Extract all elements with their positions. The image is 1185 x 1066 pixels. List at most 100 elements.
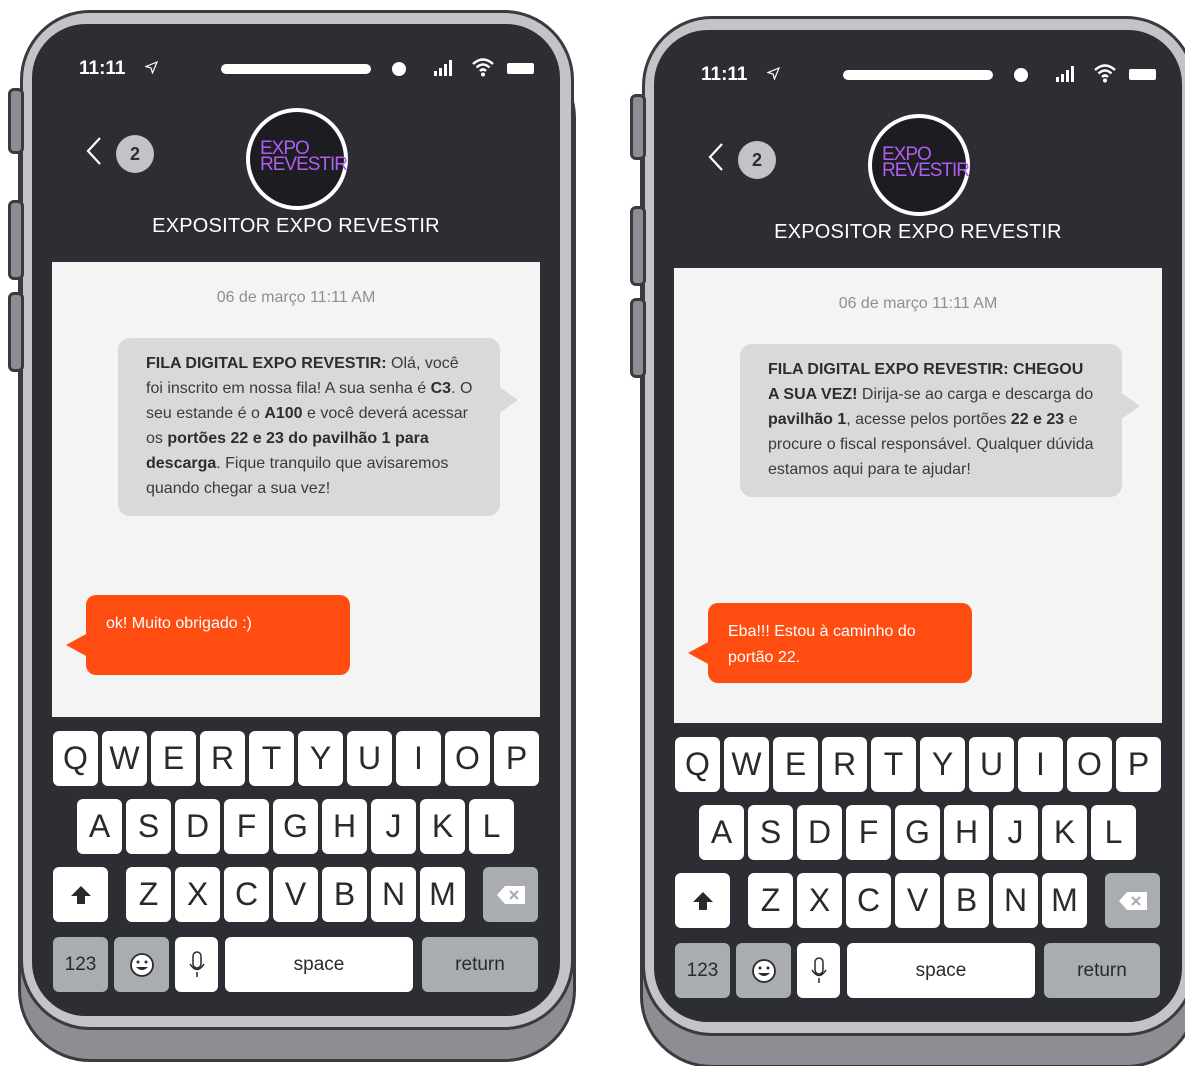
chat-area: 06 de março 11:11 AM FILA DIGITAL EXPO R… <box>674 268 1162 723</box>
wifi-icon <box>1094 64 1116 83</box>
key-h[interactable]: H <box>322 799 367 854</box>
key-p[interactable]: P <box>494 731 539 786</box>
key-s[interactable]: S <box>748 805 793 860</box>
key-x[interactable]: X <box>797 873 842 928</box>
key-b[interactable]: B <box>322 867 367 922</box>
message-timestamp: 06 de março 11:11 AM <box>216 289 376 306</box>
return-key[interactable]: return <box>1044 943 1160 998</box>
back-chevron-icon[interactable] <box>708 142 724 172</box>
key-l[interactable]: L <box>469 799 514 854</box>
key-a[interactable]: A <box>77 799 122 854</box>
side-button <box>8 200 24 280</box>
side-button <box>630 206 646 286</box>
notch-pill <box>843 70 993 80</box>
shift-key[interactable] <box>53 867 108 922</box>
key-d[interactable]: D <box>175 799 220 854</box>
key-f[interactable]: F <box>224 799 269 854</box>
dictation-key[interactable] <box>797 943 840 998</box>
key-w[interactable]: W <box>102 731 147 786</box>
mic-icon <box>188 950 205 977</box>
key-w[interactable]: W <box>724 737 769 792</box>
keyboard: Q W E R T Y U I O P A S D F G H J K L Z X C V B N M 123 space return <box>52 717 540 1016</box>
key-s[interactable]: S <box>126 799 171 854</box>
contact-name[interactable]: EXPOSITOR EXPO REVESTIR <box>32 215 560 238</box>
key-n[interactable]: N <box>371 867 416 922</box>
key-i[interactable]: I <box>1018 737 1063 792</box>
return-key[interactable]: return <box>422 937 538 992</box>
backspace-key[interactable] <box>1105 873 1160 928</box>
key-q[interactable]: Q <box>675 737 720 792</box>
key-u[interactable]: U <box>969 737 1014 792</box>
key-r[interactable]: R <box>200 731 245 786</box>
side-button <box>630 94 646 160</box>
key-e[interactable]: E <box>151 731 196 786</box>
key-y[interactable]: Y <box>920 737 965 792</box>
key-j[interactable]: J <box>993 805 1038 860</box>
key-o[interactable]: O <box>445 731 490 786</box>
dictation-key[interactable] <box>175 937 218 992</box>
side-button <box>8 88 24 154</box>
key-r[interactable]: R <box>822 737 867 792</box>
emoji-key[interactable] <box>736 943 791 998</box>
key-d[interactable]: D <box>797 805 842 860</box>
key-c[interactable]: C <box>846 873 891 928</box>
key-o[interactable]: O <box>1067 737 1112 792</box>
key-i[interactable]: I <box>396 731 441 786</box>
space-key[interactable]: space <box>847 943 1035 998</box>
key-a[interactable]: A <box>699 805 744 860</box>
expo-revestir-logo: EXPO REVESTIR <box>868 114 970 216</box>
key-j[interactable]: J <box>371 799 416 854</box>
key-v[interactable]: V <box>273 867 318 922</box>
side-button <box>630 298 646 378</box>
battery-icon <box>507 63 534 74</box>
backspace-icon <box>1118 891 1147 910</box>
key-q[interactable]: Q <box>53 731 98 786</box>
status-time: 11:11 <box>79 58 126 79</box>
side-button <box>8 292 24 372</box>
key-c[interactable]: C <box>224 867 269 922</box>
phone-mockup-1: 11:11 2 EXPO REVESTIR EXPOSITOR EXPO REV… <box>8 10 576 1062</box>
signal-icon <box>1056 66 1074 82</box>
key-h[interactable]: H <box>944 805 989 860</box>
backspace-key[interactable] <box>483 867 538 922</box>
key-t[interactable]: T <box>249 731 294 786</box>
backspace-icon <box>496 885 525 904</box>
signal-icon <box>434 60 452 76</box>
emoji-key[interactable] <box>114 937 169 992</box>
key-k[interactable]: K <box>420 799 465 854</box>
key-p[interactable]: P <box>1116 737 1161 792</box>
key-n[interactable]: N <box>993 873 1038 928</box>
key-f[interactable]: F <box>846 805 891 860</box>
key-l[interactable]: L <box>1091 805 1136 860</box>
space-key[interactable]: space <box>225 937 413 992</box>
unread-count-badge: 2 <box>116 135 154 173</box>
outgoing-message-bubble: ok! Muito obrigado :) <box>66 595 350 675</box>
contact-name[interactable]: EXPOSITOR EXPO REVESTIR <box>654 221 1182 244</box>
back-chevron-icon[interactable] <box>86 136 102 166</box>
incoming-message-bubble: FILA DIGITAL EXPO REVESTIR: CHEGOU A SUA… <box>740 344 1140 497</box>
key-k[interactable]: K <box>1042 805 1087 860</box>
key-g[interactable]: G <box>273 799 318 854</box>
key-v[interactable]: V <box>895 873 940 928</box>
key-m[interactable]: M <box>1042 873 1087 928</box>
key-y[interactable]: Y <box>298 731 343 786</box>
key-e[interactable]: E <box>773 737 818 792</box>
shift-key[interactable] <box>675 873 730 928</box>
notch-pill <box>221 64 371 74</box>
key-z[interactable]: Z <box>748 873 793 928</box>
numbers-key[interactable]: 123 <box>53 937 108 992</box>
outgoing-message-bubble: Eba!!! Estou à caminho do portão 22. <box>688 603 972 683</box>
key-m[interactable]: M <box>420 867 465 922</box>
message-timestamp: 06 de março 11:11 AM <box>838 295 998 312</box>
key-b[interactable]: B <box>944 873 989 928</box>
phone-mockup-2: 11:11 2 EXPO REVESTIR EXPOSITOR EXPO REV… <box>630 16 1185 1066</box>
numbers-key[interactable]: 123 <box>675 943 730 998</box>
key-z[interactable]: Z <box>126 867 171 922</box>
mic-icon <box>810 956 827 983</box>
key-x[interactable]: X <box>175 867 220 922</box>
key-t[interactable]: T <box>871 737 916 792</box>
key-g[interactable]: G <box>895 805 940 860</box>
battery-icon <box>1129 69 1156 80</box>
keyboard: Q W E R T Y U I O P A S D F G H J K L Z X C V B N M 123 space return <box>674 723 1162 1022</box>
key-u[interactable]: U <box>347 731 392 786</box>
